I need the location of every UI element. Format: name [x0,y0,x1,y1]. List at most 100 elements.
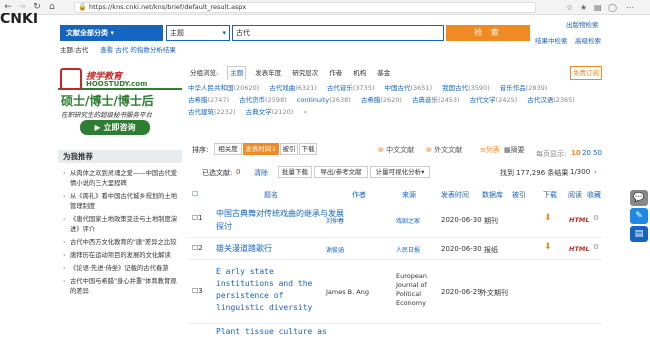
site-logo[interactable]: CNKI [0,13,72,25]
per-page-20[interactable]: 20 [582,149,591,157]
tab-fund[interactable]: 基金 [375,67,392,79]
facet-item[interactable]: 古代戏曲(6321) [269,82,317,94]
reload-icon[interactable]: ↻ [31,2,43,13]
col-title[interactable]: 题名 [264,190,278,200]
search-within-link[interactable]: 结果中检索 [535,35,568,45]
profile-icon[interactable]: ◯ [608,2,617,13]
consult-button[interactable]: ▶ 立即咨询 [80,120,150,135]
col-author[interactable]: 作者 [352,190,366,200]
download-icon[interactable]: ⬇ [544,213,552,223]
home-icon[interactable]: ⌂ [46,2,58,13]
sort-relevance[interactable]: 相关度 [214,143,242,155]
search-input[interactable]: 古代 [232,25,444,41]
recommend-item[interactable]: 从《周礼》看中国古代城乡规划的土地管理制度 [58,192,182,212]
search-bar: 文献全部分类 ▾ 主题 ▾ 古代 检 索 [60,25,530,42]
browser-toolbar: ← → ↻ ⌂ 🔒 https://kns.cnki.net/kns/brief/… [0,0,650,15]
row-checkbox[interactable]: ☐1 [192,214,203,222]
more-icon[interactable]: ⋯ [626,2,634,13]
row-source[interactable]: 人民日报 [396,245,420,254]
facet-item[interactable]: 古希腊(2620) [361,94,402,106]
forward-icon[interactable]: → [16,2,28,13]
recommend-item[interactable]: 唐拜历在运动项目的发展的文化解读 [58,251,182,261]
field-select[interactable]: 主题 ▾ [166,25,230,41]
subscribe-button[interactable]: 免费订阅 [570,66,602,80]
facet-item[interactable]: 古代音乐(3735) [327,82,375,94]
html-read-icon[interactable]: HTML [569,216,589,224]
row-title[interactable]: E arly state institutions and the persis… [216,266,324,314]
row-source[interactable]: 戏剧之家 [396,216,420,225]
tab-institution[interactable]: 机构 [351,67,368,79]
tab-subject[interactable]: 主题 [227,66,247,80]
facet-item[interactable]: 古代文学(2425) [470,94,518,106]
sort-date[interactable]: 发表时间↓ [243,143,279,155]
tab-level[interactable]: 研究层次 [290,67,320,79]
facet-item[interactable]: 古代汉语(2365) [527,94,575,106]
facet-item[interactable]: continuity(2638) [297,94,351,106]
search-button[interactable]: 检 索 [446,25,530,41]
recommend-item[interactable]: 古代中国与希腊"身心并重"体育教育观的差异 [58,277,182,297]
facet-item[interactable]: 古代货币(2598) [239,94,287,106]
batch-download-button[interactable]: 批量下载 [278,166,312,178]
facet-item[interactable]: 中华人民共和国(20620) [188,82,259,94]
facet-item[interactable]: 古代建筑(2232) [188,106,236,118]
facet-item[interactable]: 我国古代(3590) [442,82,490,94]
floating-toolbar: 💬 ✎ ▤ [628,188,650,246]
facet-item[interactable]: 古希腊(2747) [188,94,229,106]
clear-link[interactable]: 清除 [254,168,268,178]
select-all-checkbox[interactable]: ☐ [192,190,198,198]
play-icon: ▶ [94,123,101,132]
html-read-icon[interactable]: HTML [569,245,589,253]
view-list[interactable]: ≡列表 [480,145,500,155]
facet-item[interactable]: 古典文学(2120) [246,106,294,118]
row-title[interactable]: Plant tissue culture as [216,327,327,336]
recommend-item[interactable]: 古代中西方文化教育的"唐"差异之比较 [58,238,182,248]
edit-icon[interactable]: ✎ [630,208,648,224]
facet-item[interactable]: 古典音乐(2453) [412,94,460,106]
col-download[interactable]: 下载 [543,190,557,200]
download-icon[interactable]: ⬇ [544,242,552,252]
publication-search-link[interactable]: 出版物检索 [566,19,599,29]
col-cited[interactable]: 被引 [512,190,526,200]
bookmark-icon[interactable]: ☆ [566,2,573,13]
row-source[interactable]: European Journal of Political Economy [396,272,442,308]
back-icon[interactable]: ← [2,2,14,13]
per-page-10[interactable]: 10 [571,149,581,157]
export-button[interactable]: 导出/参考文献 [314,166,368,178]
reading-list-icon[interactable]: ▤ [594,2,602,13]
recommend-item[interactable]: 从肉体之欢到灵魂之爱——中国古代爱情小说的三大里程碑 [58,169,182,189]
category-select[interactable]: 文献全部分类 ▾ [60,25,163,41]
visual-analysis-button[interactable]: 计量可视化分析▾ [370,166,430,178]
index-analysis-link[interactable]: 查看 古代 的指数分析结果 [100,46,176,54]
row-title[interactable]: 雄关漫道踏歌行 [216,243,272,254]
view-abstract[interactable]: ▦摘要 [504,145,525,155]
ad-banner[interactable]: 搜学教育 HOOSTUDY.com 硕士/博士/博士后 在职研究生的超级秘书服务… [58,68,182,150]
col-database[interactable]: 数据库 [482,190,503,200]
favorites-icon[interactable]: ★ [580,2,587,13]
facet-item[interactable]: 音乐作品(2839) [500,82,548,94]
col-source[interactable]: 来源 [402,190,416,200]
address-bar[interactable]: 🔒 https://kns.cnki.net/kns/brief/default_… [74,2,536,13]
row-checkbox[interactable]: ☐2 [192,244,203,252]
tab-year[interactable]: 发表年度 [253,67,283,79]
row-author[interactable]: 谢俊涵 [326,245,344,254]
recommend-item[interactable]: 《论语·先进·侍坐》记载的古代春游 [58,264,182,274]
advanced-search-link[interactable]: 高级检索 [575,35,601,45]
favorite-icon[interactable]: ⚙ [593,243,599,251]
row-author[interactable]: James B. Ang [326,288,369,296]
chevron-right-icon[interactable]: » [303,106,307,118]
row-author[interactable]: 刘仲春 [326,216,344,225]
favorite-icon[interactable]: ⚙ [593,214,599,222]
recommend-item[interactable]: 《唐代国家土地政策变迁与土地制度演进》评介 [58,215,182,235]
chinese-docs-toggle[interactable]: ⊕ 中文文献 [378,145,414,155]
per-page-50[interactable]: 50 [593,149,602,157]
sort-cited[interactable]: 被引 [280,143,298,155]
facet-item[interactable]: 中国古代(3651) [385,82,433,94]
sort-download[interactable]: 下载 [299,143,317,155]
tab-author[interactable]: 作者 [327,67,344,79]
document-icon[interactable]: ▤ [630,226,648,242]
row-checkbox[interactable]: ☐3 [192,287,203,295]
col-date[interactable]: 发表时间 [441,190,469,200]
chat-icon[interactable]: 💬 [630,190,648,206]
foreign-docs-toggle[interactable]: ⊕ 外文文献 [426,145,462,155]
next-page-icon[interactable]: › [594,168,597,176]
